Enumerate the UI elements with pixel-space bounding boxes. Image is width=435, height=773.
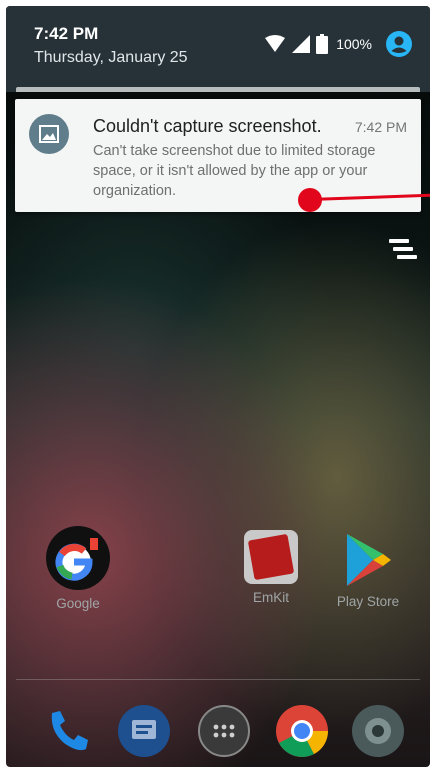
cell-signal-icon <box>292 35 311 53</box>
app-play-store[interactable]: Play Store <box>328 532 408 609</box>
app-label: EmKit <box>252 590 289 605</box>
shade-handle <box>16 87 420 92</box>
messages-icon[interactable] <box>116 703 172 759</box>
battery-percent: 100% <box>336 36 372 52</box>
status-icons: 100% <box>264 31 412 57</box>
play-store-icon <box>347 534 391 586</box>
notification-shade-header: 7:42 PM Thursday, January 25 100% <box>6 6 430 92</box>
camera-icon[interactable] <box>350 703 406 759</box>
app-label: Play Store <box>336 594 400 609</box>
app-label: Google <box>56 596 100 611</box>
account-icon[interactable] <box>386 31 412 57</box>
status-time: 7:42 PM <box>34 24 99 43</box>
clear-all-icon[interactable] <box>389 237 417 261</box>
phone-icon[interactable] <box>40 703 96 759</box>
emkit-icon <box>244 530 298 584</box>
notification-time: 7:42 PM <box>354 119 407 135</box>
battery-icon <box>316 34 329 54</box>
screenshot-notification[interactable]: Couldn't capture screenshot. 7:42 PM Can… <box>15 99 421 212</box>
google-folder-icon <box>46 526 110 590</box>
app-google[interactable]: Google <box>38 526 118 611</box>
status-date[interactable]: Thursday, January 25 <box>34 49 188 67</box>
notification-title: Couldn't capture screenshot. <box>93 116 322 136</box>
notification-text: Can't take screenshot due to limited sto… <box>93 143 376 199</box>
touch-point-indicator <box>298 188 322 212</box>
app-emkit[interactable]: EmKit <box>231 530 311 605</box>
app-drawer-icon[interactable] <box>196 703 252 759</box>
screenshot-image-icon <box>29 114 69 154</box>
wifi-icon <box>265 35 286 52</box>
dock-divider <box>16 679 420 680</box>
home-screen: 7:42 PM Thursday, January 25 100% Couldn… <box>6 6 430 767</box>
chrome-icon[interactable] <box>274 703 330 759</box>
